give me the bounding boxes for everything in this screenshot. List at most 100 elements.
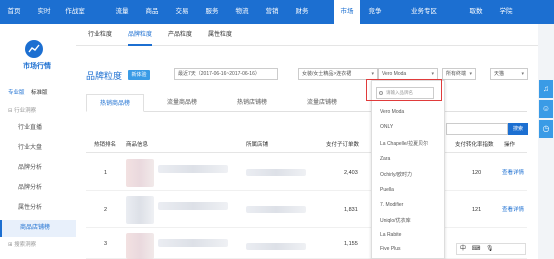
sidebar-version-tabs: 专业版 标准版: [8, 88, 53, 96]
product-thumbnail[interactable]: [126, 233, 154, 259]
col-shop: 所属店铺: [246, 142, 269, 148]
chevron-down-icon: ▾: [469, 71, 472, 77]
table-row: 2 1,831 121 查看详情: [86, 192, 527, 228]
brand-option[interactable]: Five Plus: [380, 246, 401, 252]
brand-option[interactable]: Uniqlo/优衣库: [380, 217, 411, 224]
orders-value: 1,155: [344, 241, 358, 247]
tab-traffic-products[interactable]: 流量商品榜: [146, 94, 218, 112]
col-action: 操作: [504, 142, 516, 148]
product-thumbnail[interactable]: [126, 196, 154, 224]
sidebar-item-product-shop-rank[interactable]: 商品店铺榜: [0, 220, 76, 237]
sidebar-item-attribute-analysis[interactable]: 属性分析: [0, 200, 76, 217]
right-tool-rail: ♫ ☺ ◷: [538, 24, 554, 259]
tab-standard[interactable]: 标准版: [31, 90, 48, 96]
sidebar-group-label: 搜索洞察: [14, 242, 37, 248]
input-method-toolbar[interactable]: 中 ⌨ 🎙: [456, 243, 526, 255]
sidebar-group-label: 行业洞察: [14, 108, 37, 114]
table-search-input[interactable]: [446, 123, 508, 135]
date-range-picker[interactable]: 最近7天（2017-06-16~2017-06-16）: [174, 68, 278, 80]
sidebar-title: 市场行情: [23, 63, 51, 70]
shop-name[interactable]: [246, 206, 306, 213]
nav-item-products[interactable]: 商品: [142, 0, 162, 24]
nav-item-traffic[interactable]: 流量: [112, 0, 132, 24]
category-value: 女装/女士精品>连衣裙: [302, 71, 352, 77]
col-conversion: 支付转化率指数: [455, 142, 494, 148]
nav-item-competition[interactable]: 竞争: [364, 0, 386, 24]
nav-item-war-room[interactable]: 作战室: [62, 0, 88, 24]
nav-item-marketing[interactable]: 营销: [262, 0, 282, 24]
shop-name[interactable]: [246, 243, 306, 250]
page-title: 品牌粒度: [86, 71, 123, 81]
product-thumbnail[interactable]: [126, 159, 154, 187]
tab-product[interactable]: 产品粒度: [168, 24, 192, 46]
market-logo-icon: [25, 40, 43, 58]
platform-select[interactable]: 天猫 ▾: [490, 68, 528, 80]
notification-icon[interactable]: ♫: [539, 80, 553, 98]
nav-item-trade[interactable]: 交易: [172, 0, 192, 24]
terminal-select[interactable]: 所有终端 ▾: [442, 68, 476, 80]
brand-option[interactable]: La Rabite: [380, 232, 401, 238]
sidebar: 市场行情 专业版 标准版 ⊟ 行业洞察 行业直播 行业大盘 品牌分析 品牌分析 …: [0, 24, 76, 259]
brand-option[interactable]: Puella: [380, 187, 394, 193]
terminal-value: 所有终端: [446, 71, 467, 77]
orders-value: 2,403: [344, 170, 358, 176]
sidebar-item-brand-analysis-2[interactable]: 品牌分析: [0, 180, 76, 197]
product-title[interactable]: [158, 165, 228, 173]
nav-item-market[interactable]: 市场: [334, 0, 360, 24]
view-details-link[interactable]: 查看详情: [502, 155, 524, 191]
chat-icon[interactable]: ☺: [539, 100, 553, 118]
brand-option[interactable]: ONLY: [380, 124, 393, 130]
view-details-link[interactable]: 查看详情: [502, 192, 524, 228]
sidebar-item-industry-live[interactable]: 行业直播: [0, 120, 76, 137]
top-navigation-bar: 首页 实时 作战室 流量 商品 交易 服务 物流 营销 财务 市场 竞争 业务专…: [0, 0, 554, 24]
input-method-text: 中 ⌨ 🎙: [460, 246, 496, 252]
date-range-value: 最近7天（2017-06-16~2017-06-16）: [178, 71, 260, 77]
clock-icon[interactable]: ◷: [539, 120, 553, 138]
new-experience-badge[interactable]: 新体验: [128, 70, 150, 80]
nav-item-finance[interactable]: 财务: [292, 0, 312, 24]
brand-option[interactable]: La Chapelle/拉夏贝尔: [380, 140, 428, 147]
ranking-tabs: 热销商品榜 流量商品榜 热销店铺榜 流量店铺榜: [86, 94, 527, 112]
tab-attribute[interactable]: 属性粒度: [208, 24, 232, 46]
table-row: 1 2,403 120 查看详情: [86, 155, 527, 191]
brand-dropdown: 请输入品牌名 Vero Moda ONLY La Chapelle/拉夏贝尔 Z…: [371, 80, 445, 259]
orders-value: 1,831: [344, 207, 358, 213]
col-rank: 热销排名: [94, 142, 117, 148]
conversion-value: 121: [472, 207, 482, 213]
nav-item-logistics[interactable]: 物流: [232, 0, 252, 24]
tab-traffic-shops[interactable]: 流量店铺榜: [286, 94, 358, 112]
tab-brand[interactable]: 品牌粒度: [128, 24, 153, 46]
tab-hot-shops[interactable]: 热销店铺榜: [220, 94, 284, 112]
nav-item-realtime[interactable]: 实时: [34, 0, 54, 24]
chevron-down-icon: ▾: [521, 71, 524, 77]
tab-industry[interactable]: 行业粒度: [88, 24, 112, 46]
brand-option[interactable]: Zara: [380, 156, 390, 162]
platform-value: 天猫: [494, 71, 505, 77]
brand-option[interactable]: Ochirly/欧时力: [380, 171, 412, 178]
search-button[interactable]: 搜索: [508, 123, 528, 135]
main-content: 行业粒度 品牌粒度 产品粒度 属性粒度 品牌粒度 新体验 最近7天（2017-0…: [76, 24, 538, 259]
chevron-down-icon: ▾: [371, 71, 374, 77]
shop-name[interactable]: [246, 169, 306, 176]
sidebar-group-search[interactable]: ⊞ 搜索洞察: [8, 240, 36, 248]
nav-item-service[interactable]: 服务: [202, 0, 222, 24]
nav-item-home[interactable]: 首页: [4, 0, 24, 24]
sidebar-item-brand-analysis[interactable]: 品牌分析: [0, 160, 76, 177]
nav-item-business-zone[interactable]: 业务专区: [406, 0, 442, 24]
sidebar-item-industry-overview[interactable]: 行业大盘: [0, 140, 76, 157]
tab-hot-products[interactable]: 热销商品榜: [86, 94, 144, 112]
table-header: 热销排名 商品信息 所属店铺 支付子订单数 支付转化率指数 操作: [86, 137, 527, 153]
product-title[interactable]: [158, 239, 228, 247]
brand-option[interactable]: Vero Moda: [380, 109, 404, 115]
conversion-value: 120: [472, 170, 482, 176]
sidebar-group-industry[interactable]: ⊟ 行业洞察: [8, 106, 36, 114]
brand-value: Vero Moda: [382, 71, 407, 77]
col-orders: 支付子订单数: [326, 142, 360, 148]
product-title[interactable]: [158, 202, 228, 210]
rank-value: 3: [104, 241, 108, 247]
rank-value: 1: [104, 170, 108, 176]
nav-item-academy[interactable]: 学院: [496, 0, 516, 24]
tab-professional[interactable]: 专业版: [8, 90, 25, 96]
brand-option[interactable]: 7. Modifier: [380, 202, 403, 208]
nav-item-data-fetch[interactable]: 取数: [466, 0, 486, 24]
